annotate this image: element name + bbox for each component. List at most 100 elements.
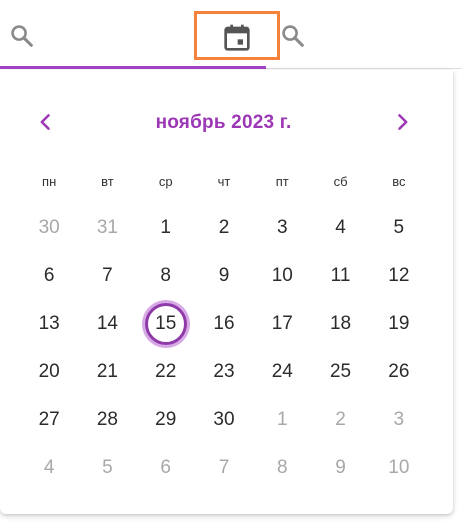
day-cell[interactable]: 21 [78, 348, 136, 396]
day-number: 29 [155, 409, 177, 430]
day-cell[interactable]: 1 [137, 204, 195, 252]
chevron-right-icon [398, 114, 408, 130]
day-number: 17 [271, 313, 293, 334]
week-row: 13 14 15 16 17 18 19 [20, 300, 428, 348]
day-cell[interactable]: 9 [311, 444, 369, 492]
day-number: 4 [335, 217, 346, 238]
weekday-header-row: пн вт ср чт пт сб вс [20, 174, 428, 194]
day-cell[interactable]: 8 [253, 444, 311, 492]
day-number: 14 [96, 313, 118, 334]
day-cell[interactable]: 4 [20, 444, 78, 492]
day-number: 15 [155, 313, 177, 334]
day-number: 9 [218, 265, 230, 286]
chevron-left-icon [40, 114, 50, 130]
day-cell[interactable]: 14 [78, 300, 136, 348]
day-number: 18 [329, 313, 352, 334]
day-cell[interactable]: 30 [195, 396, 253, 444]
day-cell[interactable]: 5 [78, 444, 136, 492]
day-number: 31 [96, 217, 118, 238]
day-number: 6 [43, 265, 55, 286]
day-cell[interactable]: 8 [137, 252, 195, 300]
calendar-icon [224, 24, 250, 51]
day-number: 30 [213, 409, 235, 430]
field-focus-underline [0, 66, 266, 69]
day-cell[interactable]: 28 [78, 396, 136, 444]
day-cell[interactable]: 3 [370, 396, 428, 444]
day-cell[interactable]: 13 [20, 300, 78, 348]
previous-month-button[interactable] [28, 104, 64, 140]
day-cell[interactable]: 11 [311, 252, 369, 300]
day-cell[interactable]: 31 [78, 204, 136, 252]
week-row: 6 7 8 9 10 11 12 [20, 252, 428, 300]
day-cell[interactable]: 23 [195, 348, 253, 396]
page: ноябрь 2023 г. пн вт ср чт пт сб вс 30 31… [0, 0, 462, 522]
calendar-header: ноябрь 2023 г. [0, 104, 453, 140]
day-number: 4 [43, 457, 55, 478]
weekday-label: вс [392, 174, 406, 189]
day-number: 8 [160, 265, 171, 286]
day-cell[interactable]: 10 [253, 252, 311, 300]
day-cell[interactable]: 29 [137, 396, 195, 444]
day-number: 3 [276, 217, 288, 238]
day-number: 2 [218, 217, 230, 238]
day-cell[interactable]: 26 [370, 348, 428, 396]
day-number: 27 [38, 409, 60, 430]
day-cell[interactable]: 24 [253, 348, 311, 396]
day-number: 1 [160, 217, 171, 238]
date-picker-popup: ноябрь 2023 г. пн вт ср чт пт сб вс 30 31… [0, 70, 453, 514]
field-underline [266, 68, 462, 69]
search-icon[interactable] [279, 22, 307, 50]
day-number: 8 [276, 457, 288, 478]
day-cell[interactable]: 4 [311, 204, 369, 252]
weekday-label: ср [158, 174, 173, 189]
day-number: 22 [155, 361, 177, 382]
day-number: 7 [102, 265, 113, 286]
day-number: 12 [388, 265, 410, 286]
selected-day-cell[interactable]: 15 [137, 300, 195, 348]
month-year-title[interactable]: ноябрь 2023 г. [100, 112, 347, 134]
day-cell[interactable]: 6 [137, 444, 195, 492]
day-number: 20 [38, 361, 60, 382]
day-cell[interactable]: 16 [195, 300, 253, 348]
day-cell[interactable]: 20 [20, 348, 78, 396]
day-cell[interactable]: 7 [195, 444, 253, 492]
day-number: 7 [218, 457, 230, 478]
day-cell[interactable]: 17 [253, 300, 311, 348]
weekday-label: сб [333, 174, 348, 189]
toolbar [0, 0, 462, 70]
day-number: 6 [160, 457, 171, 478]
day-cell[interactable]: 1 [253, 396, 311, 444]
day-cell[interactable]: 3 [253, 204, 311, 252]
day-number: 21 [96, 361, 118, 382]
week-row: 4 5 6 7 8 9 10 [20, 444, 428, 492]
day-cell[interactable]: 2 [311, 396, 369, 444]
search-icon[interactable] [8, 22, 36, 50]
day-cell[interactable]: 9 [195, 252, 253, 300]
day-number: 9 [335, 457, 346, 478]
day-number: 11 [330, 265, 351, 286]
day-cell[interactable]: 22 [137, 348, 195, 396]
day-cell[interactable]: 25 [311, 348, 369, 396]
day-cell[interactable]: 10 [370, 444, 428, 492]
weekday-label: вт [101, 174, 114, 189]
day-cell[interactable]: 12 [370, 252, 428, 300]
day-cell[interactable]: 18 [311, 300, 369, 348]
day-cell[interactable]: 30 [20, 204, 78, 252]
day-cell[interactable]: 5 [370, 204, 428, 252]
day-number: 5 [102, 457, 113, 478]
next-month-button[interactable] [384, 104, 420, 140]
day-cell[interactable]: 27 [20, 396, 78, 444]
day-number: 3 [393, 409, 405, 430]
day-number: 10 [271, 265, 293, 286]
calendar-toggle-button[interactable] [194, 11, 280, 60]
day-cell[interactable]: 7 [78, 252, 136, 300]
day-cell[interactable]: 2 [195, 204, 253, 252]
day-number: 23 [213, 361, 235, 382]
weekday-label: пн [42, 174, 57, 189]
week-row: 27 28 29 30 1 2 3 [20, 396, 428, 444]
day-grid: 30 31 1 2 3 4 5 6 7 8 9 10 11 12 13 14 15 16 17 18 19 20 21 22 2… [20, 204, 428, 492]
week-row: 20 21 22 23 24 25 26 [20, 348, 428, 396]
day-cell[interactable]: 19 [370, 300, 428, 348]
day-number: 5 [393, 217, 405, 238]
day-cell[interactable]: 6 [20, 252, 78, 300]
